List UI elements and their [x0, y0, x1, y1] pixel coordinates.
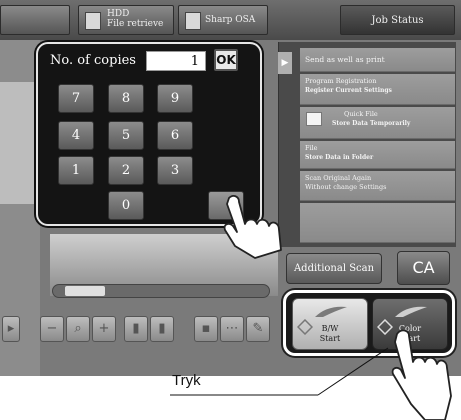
callout-label: Tryk	[172, 372, 201, 389]
callout-leader-line	[170, 347, 389, 396]
